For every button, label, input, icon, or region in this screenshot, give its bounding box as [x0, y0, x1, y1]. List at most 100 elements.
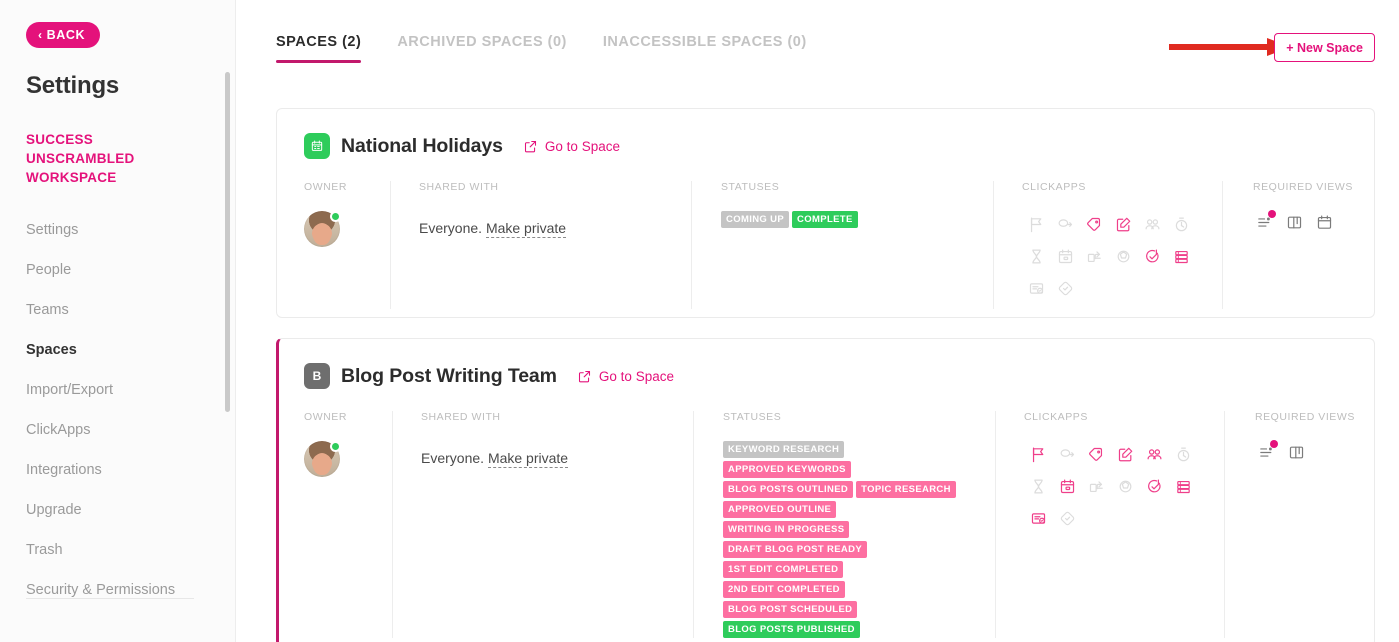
- required-views-column: REQUIRED VIEWS: [1224, 411, 1374, 638]
- required-views-list: [1255, 440, 1360, 463]
- statuses-column-label: STATUSES: [723, 411, 782, 423]
- shared-with-column: SHARED WITH Everyone. Make private: [390, 181, 691, 309]
- collaborators-icon[interactable]: [1140, 441, 1169, 468]
- tag-arrow-icon[interactable]: [1053, 441, 1082, 468]
- avatar[interactable]: [304, 211, 341, 247]
- sidebar-item-people[interactable]: People: [0, 250, 236, 290]
- tag-arrow-icon[interactable]: [1051, 211, 1080, 238]
- stopwatch-icon[interactable]: [1169, 441, 1198, 468]
- space-name: National Holidays: [341, 134, 503, 157]
- clickapps-column-label: CLICKAPPS: [1024, 411, 1088, 423]
- space-card: B Blog Post Writing Team Go to Space OWNER S…: [276, 338, 1375, 642]
- make-private-link[interactable]: Make private: [487, 450, 569, 468]
- tags-icon[interactable]: [1080, 211, 1109, 238]
- space-calendar-icon: [304, 133, 330, 159]
- sidebar-item-import-export[interactable]: Import/Export: [0, 370, 236, 410]
- sidebar-item-upgrade[interactable]: Upgrade: [0, 490, 236, 530]
- tags-icon[interactable]: [1082, 441, 1111, 468]
- sidebar-item-integrations[interactable]: Integrations: [0, 450, 236, 490]
- list-view-icon[interactable]: [1255, 440, 1278, 463]
- sidebar-item-spaces[interactable]: Spaces: [0, 330, 236, 370]
- tab-inaccessible-spaces[interactable]: INACCESSIBLE SPACES (0): [603, 34, 807, 63]
- sidebar-scrollbar-thumb[interactable]: [225, 72, 230, 412]
- board-view-icon[interactable]: [1283, 211, 1305, 233]
- status-badge: KEYWORD RESEARCH: [723, 441, 845, 458]
- calendar-icon[interactable]: [1051, 243, 1080, 270]
- settings-spaces-page: ‹ BACK Settings SUCCESS UNSCRAMBLED WORK…: [0, 0, 1399, 642]
- diamond-check-icon[interactable]: [1051, 275, 1080, 302]
- email-card-icon[interactable]: [1022, 275, 1051, 302]
- shared-with-column: SHARED WITH Everyone. Make private: [392, 411, 693, 638]
- check-progress-icon[interactable]: [1140, 473, 1169, 500]
- owner-column: OWNER: [279, 411, 392, 638]
- flag-icon[interactable]: [1024, 441, 1053, 468]
- spaces-list: National Holidays Go to Space OWNER SHARED …: [276, 108, 1375, 642]
- calendar-icon[interactable]: [1053, 473, 1082, 500]
- space-card-header: National Holidays Go to Space: [277, 109, 1374, 159]
- hourglass-icon[interactable]: [1022, 243, 1051, 270]
- avatar[interactable]: [304, 441, 341, 477]
- required-views-column-label: REQUIRED VIEWS: [1255, 411, 1355, 423]
- go-to-space-link[interactable]: Go to Space: [577, 369, 674, 384]
- shared-with-value: Everyone. Make private: [421, 441, 679, 468]
- clickapps-column: CLICKAPPS: [995, 411, 1224, 638]
- sidebar-item-security-permissions[interactable]: Security & Permissions: [0, 570, 236, 610]
- chevron-left-icon: ‹: [38, 27, 43, 42]
- multiple-lists-icon[interactable]: [1169, 473, 1198, 500]
- sidebar-scrollbar[interactable]: [225, 0, 233, 642]
- dependency-icon[interactable]: [1080, 243, 1109, 270]
- email-card-icon[interactable]: [1024, 505, 1053, 532]
- new-space-button[interactable]: + New Space: [1274, 33, 1375, 62]
- statuses-column: STATUSES COMING UP COMPLETE: [691, 181, 993, 309]
- stopwatch-icon[interactable]: [1167, 211, 1196, 238]
- status-badge: BLOG POST SCHEDULED: [723, 601, 858, 618]
- tab-spaces[interactable]: SPACES (2): [276, 34, 362, 63]
- calendar-view-icon[interactable]: [1313, 211, 1335, 233]
- sidebar-item-teams[interactable]: Teams: [0, 290, 236, 330]
- list-view-icon[interactable]: [1253, 210, 1276, 233]
- sprint-points-icon[interactable]: [1111, 473, 1140, 500]
- status-badge: DRAFT BLOG POST READY: [723, 541, 868, 558]
- online-status-badge: [330, 441, 341, 452]
- go-to-space-link[interactable]: Go to Space: [523, 139, 620, 154]
- status-pill-list: KEYWORD RESEARCH APPROVED KEYWORDS BLOG PO…: [723, 441, 958, 638]
- go-to-space-label: Go to Space: [598, 368, 674, 384]
- edit-square-icon[interactable]: [1111, 441, 1140, 468]
- workspace-name: SUCCESS UNSCRAMBLED WORKSPACE: [26, 132, 135, 185]
- multiple-lists-icon[interactable]: [1167, 243, 1196, 270]
- clickapps-grid: [1022, 211, 1208, 302]
- sidebar-item-settings[interactable]: Settings: [0, 210, 236, 250]
- sidebar-item-clickapps[interactable]: ClickApps: [0, 410, 236, 450]
- edit-square-icon[interactable]: [1109, 211, 1138, 238]
- view-notification-badge: [1268, 210, 1276, 218]
- status-badge: TOPIC RESEARCH: [856, 481, 956, 498]
- shared-with-column-label: SHARED WITH: [421, 411, 501, 423]
- make-private-link[interactable]: Make private: [485, 220, 567, 238]
- external-link-icon: [577, 369, 592, 384]
- status-badge: BLOG POSTS OUTLINED: [723, 481, 854, 498]
- sidebar-nav: Settings People Teams Spaces Import/Export Cl…: [0, 210, 236, 610]
- statuses-column: STATUSES KEYWORD RESEARCH APPROVED KEYWORD…: [693, 411, 995, 638]
- space-name: Blog Post Writing Team: [341, 364, 557, 387]
- dependency-icon[interactable]: [1082, 473, 1111, 500]
- check-progress-icon[interactable]: [1138, 243, 1167, 270]
- status-badge: APPROVED KEYWORDS: [723, 461, 851, 478]
- clickapps-column: CLICKAPPS: [993, 181, 1222, 309]
- flag-icon[interactable]: [1022, 211, 1051, 238]
- tab-archived-spaces[interactable]: ARCHIVED SPACES (0): [397, 34, 567, 63]
- required-views-column-label: REQUIRED VIEWS: [1253, 181, 1353, 193]
- shared-with-column-label: SHARED WITH: [419, 181, 499, 193]
- diamond-check-icon[interactable]: [1053, 505, 1082, 532]
- page-title: Settings: [26, 72, 120, 99]
- board-view-icon[interactable]: [1285, 441, 1307, 463]
- hourglass-icon[interactable]: [1024, 473, 1053, 500]
- sprint-points-icon[interactable]: [1109, 243, 1138, 270]
- sidebar-item-trash[interactable]: Trash: [0, 530, 236, 570]
- space-card-columns: OWNER SHARED WITH Everyone. Make private ST…: [277, 181, 1374, 317]
- status-badge: WRITING IN PROGRESS: [723, 521, 850, 538]
- space-card-columns: OWNER SHARED WITH Everyone. Make private ST…: [279, 411, 1374, 642]
- space-card-header: B Blog Post Writing Team Go to Space: [279, 339, 1374, 389]
- back-button[interactable]: ‹ BACK: [26, 22, 101, 48]
- online-status-badge: [330, 211, 341, 222]
- collaborators-icon[interactable]: [1138, 211, 1167, 238]
